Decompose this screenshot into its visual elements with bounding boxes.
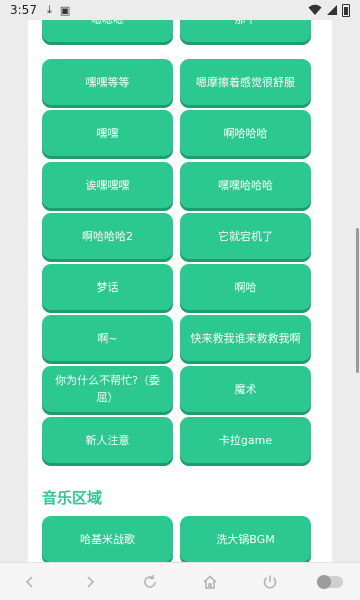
content-card: 嗯嗯嗯 那个 嘿嘿等等 嗯摩擦着感觉很舒服 嘿嘿 啊哈哈哈 诶嘿嘿嘿 嘿嘿哈哈哈… bbox=[28, 20, 332, 562]
wifi-icon bbox=[308, 4, 322, 15]
sound-button[interactable]: 啊哈哈哈 bbox=[180, 110, 311, 156]
status-bar: 3:57 ⤓ ▣ bbox=[0, 0, 360, 20]
back-button[interactable] bbox=[14, 567, 46, 597]
download-icon: ⤓ bbox=[46, 3, 52, 16]
home-icon bbox=[203, 574, 217, 589]
scrollbar-thumb[interactable] bbox=[356, 228, 359, 373]
music-button[interactable]: 洗大锅BGM bbox=[180, 516, 311, 562]
browser-nav-bar bbox=[0, 562, 360, 600]
chevron-right-icon bbox=[87, 575, 95, 588]
sound-button[interactable]: 魔术 bbox=[180, 366, 311, 412]
status-time: 3:57 bbox=[10, 3, 37, 17]
scrollbar-track[interactable] bbox=[356, 20, 360, 562]
home-button[interactable] bbox=[194, 567, 226, 597]
signal-icon bbox=[327, 5, 337, 15]
sound-button[interactable]: 啊哈哈哈2 bbox=[42, 213, 173, 259]
sound-button[interactable]: 啊~ bbox=[42, 315, 173, 361]
sound-button[interactable]: 嘿嘿 bbox=[42, 110, 173, 156]
sound-button[interactable]: 诶嘿嘿嘿 bbox=[42, 162, 173, 208]
sound-button[interactable]: 梦话 bbox=[42, 264, 173, 310]
notification-app-icon: ▣ bbox=[59, 3, 71, 17]
chevron-left-icon bbox=[25, 575, 33, 588]
forward-button[interactable] bbox=[74, 567, 106, 597]
page-viewport[interactable]: 嗯嗯嗯 那个 嘿嘿等等 嗯摩擦着感觉很舒服 嘿嘿 啊哈哈哈 诶嘿嘿嘿 嘿嘿哈哈哈… bbox=[0, 20, 360, 562]
music-button[interactable]: 哈基米战歌 bbox=[42, 516, 173, 562]
music-section-title: 音乐区域 bbox=[42, 489, 103, 507]
refresh-icon bbox=[144, 574, 156, 588]
toggle-switch[interactable] bbox=[314, 567, 346, 597]
sound-button[interactable]: 那个 bbox=[180, 20, 311, 42]
battery-icon bbox=[342, 3, 350, 17]
toggle-icon bbox=[317, 574, 343, 589]
sound-button[interactable]: 嗯嗯嗯 bbox=[42, 20, 173, 42]
sound-button[interactable]: 嗯摩擦着感觉很舒服 bbox=[180, 59, 311, 105]
sound-button[interactable]: 快来救我谁来救救我啊 bbox=[180, 315, 311, 361]
sound-button[interactable]: 它就宕机了 bbox=[180, 213, 311, 259]
sound-button[interactable]: 卡拉game bbox=[180, 417, 311, 463]
sound-button[interactable]: 新人注意 bbox=[42, 417, 173, 463]
refresh-button[interactable] bbox=[134, 567, 166, 597]
sound-button[interactable]: 嘿嘿等等 bbox=[42, 59, 173, 105]
power-button[interactable] bbox=[254, 567, 286, 597]
sound-button[interactable]: 你为什么不帮忙?（委屈） bbox=[42, 366, 173, 412]
power-icon bbox=[263, 575, 277, 589]
sound-button[interactable]: 嘿嘿哈哈哈 bbox=[180, 162, 311, 208]
sound-button[interactable]: 啊哈 bbox=[180, 264, 311, 310]
